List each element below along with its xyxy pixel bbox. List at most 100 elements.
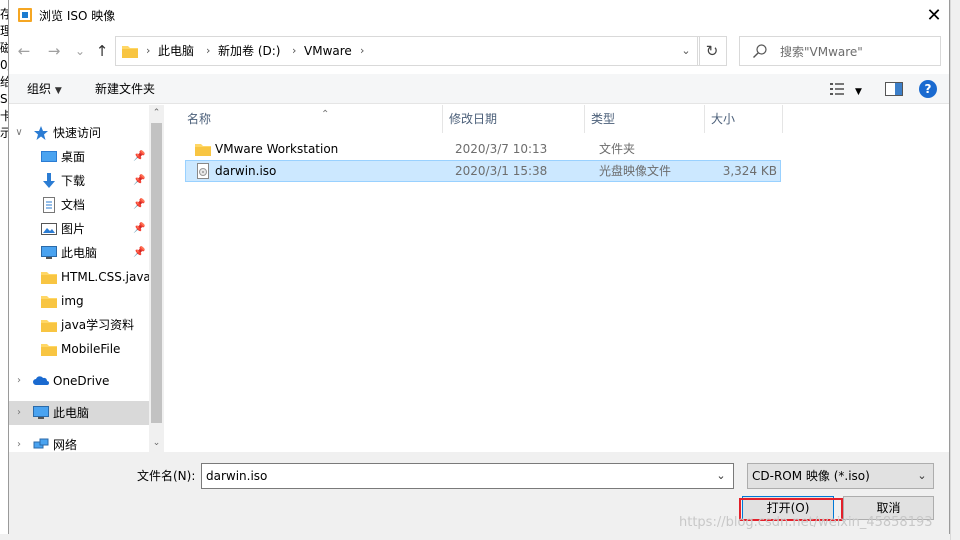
pin-icon: 📌 — [133, 223, 146, 234]
organize-menu[interactable]: 组织 ▼ — [27, 81, 62, 99]
sidebar-item-desktop[interactable]: 桌面 📌 — [9, 145, 149, 169]
file-row-vmware-workstation[interactable]: VMware Workstation 2020/3/7 10:13 文件夹 — [185, 138, 781, 160]
sidebar-item-label: img — [61, 294, 84, 308]
network-icon — [33, 438, 49, 449]
expand-chevron-icon[interactable]: › — [13, 433, 25, 452]
address-bar[interactable]: › 此电脑 › 新加卷 (D:) › VMware › ⌄ — [115, 36, 700, 66]
expand-chevron-icon[interactable]: ∨ — [13, 121, 25, 145]
sidebar-item-documents[interactable]: 文档 📌 — [9, 193, 149, 217]
scroll-down-arrow-icon[interactable]: ⌄ — [149, 435, 164, 451]
close-button[interactable]: ✕ — [919, 2, 949, 30]
sidebar-item-label: 此电脑 — [53, 406, 90, 420]
address-history-dropdown[interactable]: ⌄ — [674, 37, 698, 65]
title-bar[interactable]: 浏览 ISO 映像 ✕ — [9, 0, 949, 32]
download-icon — [43, 173, 55, 188]
file-type-select[interactable]: CD-ROM 映像 (*.iso) ⌄ — [747, 463, 934, 489]
up-button[interactable]: ↑ — [91, 40, 113, 62]
sidebar-item-downloads[interactable]: 下载 📌 — [9, 169, 149, 193]
command-toolbar: 组织 ▼ 新建文件夹 ▼ ? — [9, 74, 949, 104]
breadcrumb-vmware[interactable]: VMware — [304, 37, 352, 65]
column-name-label: 名称 — [187, 112, 212, 126]
sidebar-item-pictures[interactable]: 图片 📌 — [9, 217, 149, 241]
breadcrumb-separator: › — [292, 44, 297, 57]
filename-input[interactable]: darwin.iso ⌄ — [201, 463, 734, 489]
new-folder-button[interactable]: 新建文件夹 — [95, 81, 155, 97]
folder-icon — [41, 320, 57, 332]
chevron-down-icon[interactable]: ⌄ — [710, 464, 732, 488]
bg-char: 示 — [0, 126, 8, 140]
column-header-name[interactable]: 名称 ⌃ — [181, 105, 443, 133]
sidebar-item-label: 图片 — [61, 222, 86, 236]
caret-down-icon: ▼ — [54, 86, 62, 96]
forward-button[interactable]: → — [43, 40, 65, 62]
bg-char: 存 — [0, 7, 8, 21]
background-window-edge — [950, 0, 960, 540]
background-bottom-edge — [0, 534, 950, 540]
bg-char: 磁 — [0, 41, 8, 55]
column-header-modified[interactable]: 修改日期 — [443, 105, 585, 133]
column-header-type[interactable]: 类型 — [585, 105, 705, 133]
computer-icon — [33, 406, 49, 419]
sidebar-item-label: 快速访问 — [53, 126, 102, 140]
view-details-icon[interactable] — [829, 82, 845, 96]
file-type: 光盘映像文件 — [599, 164, 672, 178]
bg-char: SE — [0, 92, 8, 106]
recent-locations-button[interactable]: ⌄ — [69, 40, 91, 62]
sidebar-item-label: OneDrive — [53, 374, 110, 388]
sidebar-item-img[interactable]: img — [9, 289, 149, 313]
scroll-up-arrow-icon[interactable]: ⌃ — [149, 105, 164, 121]
breadcrumb-separator: › — [146, 44, 151, 57]
sidebar-item-label: 桌面 — [61, 150, 86, 164]
sidebar-item-label: 此电脑 — [61, 246, 98, 260]
help-icon[interactable]: ? — [919, 80, 937, 98]
breadcrumb-drive-d[interactable]: 新加卷 (D:) — [218, 37, 280, 65]
folder-icon — [122, 46, 138, 58]
view-options-caret-icon[interactable]: ▼ — [855, 84, 862, 100]
expand-chevron-icon[interactable]: › — [13, 401, 25, 425]
bg-char: 0/ — [0, 58, 8, 72]
folder-icon — [41, 296, 57, 308]
sidebar-item-this-pc[interactable]: › 此电脑 — [9, 401, 149, 425]
sidebar-item-label: 下载 — [61, 174, 86, 188]
refresh-button[interactable]: ↻ — [697, 36, 727, 66]
browse-iso-dialog: 浏览 ISO 映像 ✕ ← → ⌄ ↑ › 此电脑 › 新加卷 (D:) › V… — [8, 0, 950, 534]
navigation-scrollbar[interactable]: ⌃ ⌄ — [149, 105, 164, 452]
breadcrumb-this-pc[interactable]: 此电脑 — [158, 37, 194, 65]
search-input[interactable]: 搜索"VMware" — [739, 36, 941, 66]
chevron-down-icon: ⌄ — [917, 469, 927, 482]
back-button[interactable]: ← — [13, 40, 35, 62]
dialog-title: 浏览 ISO 映像 — [39, 9, 116, 23]
bg-char: 给 — [0, 75, 8, 89]
folder-icon — [41, 344, 57, 356]
file-name: darwin.iso — [215, 164, 277, 178]
expand-chevron-icon[interactable]: › — [13, 369, 25, 393]
folder-icon — [195, 144, 211, 156]
vmware-app-icon — [18, 8, 32, 22]
breadcrumb-separator: › — [360, 44, 365, 57]
preview-pane-icon[interactable] — [885, 82, 903, 96]
bg-char: 理 — [0, 24, 8, 38]
navigation-pane: ∨ 快速访问 桌面 📌 下载 📌 文档 📌 图片 📌 此电脑 📌 HTML.CS… — [9, 105, 164, 452]
dialog-footer: 文件名(N): darwin.iso ⌄ CD-ROM 映像 (*.iso) ⌄… — [9, 452, 949, 534]
scrollbar-thumb[interactable] — [151, 123, 162, 423]
sidebar-item-html-css-java[interactable]: HTML.CSS.java — [9, 265, 151, 289]
pin-icon: 📌 — [133, 175, 146, 186]
pictures-icon — [41, 223, 57, 235]
sidebar-item-onedrive[interactable]: › OneDrive — [9, 369, 149, 393]
sidebar-item-java-materials[interactable]: java学习资料 — [9, 313, 149, 337]
pin-icon: 📌 — [133, 199, 146, 210]
file-row-darwin-iso[interactable]: darwin.iso 2020/3/1 15:38 光盘映像文件 3,324 K… — [185, 160, 781, 182]
file-list: 名称 ⌃ 修改日期 类型 大小 VMware Workstation 2020/… — [165, 105, 949, 452]
sidebar-item-mobilefile[interactable]: MobileFile — [9, 337, 149, 361]
pin-icon: 📌 — [133, 247, 146, 258]
star-icon — [34, 126, 48, 140]
sidebar-item-this-pc-pinned[interactable]: 此电脑 📌 — [9, 241, 149, 265]
file-type-value: CD-ROM 映像 (*.iso) — [752, 469, 870, 483]
sidebar-item-quick-access[interactable]: ∨ 快速访问 — [9, 121, 149, 145]
column-header-size[interactable]: 大小 — [705, 105, 783, 133]
search-icon — [753, 44, 767, 58]
file-modified: 2020/3/7 10:13 — [455, 142, 548, 156]
sidebar-item-network[interactable]: › 网络 — [9, 433, 149, 452]
sidebar-item-label: 网络 — [53, 438, 78, 452]
disc-image-icon — [197, 163, 209, 179]
